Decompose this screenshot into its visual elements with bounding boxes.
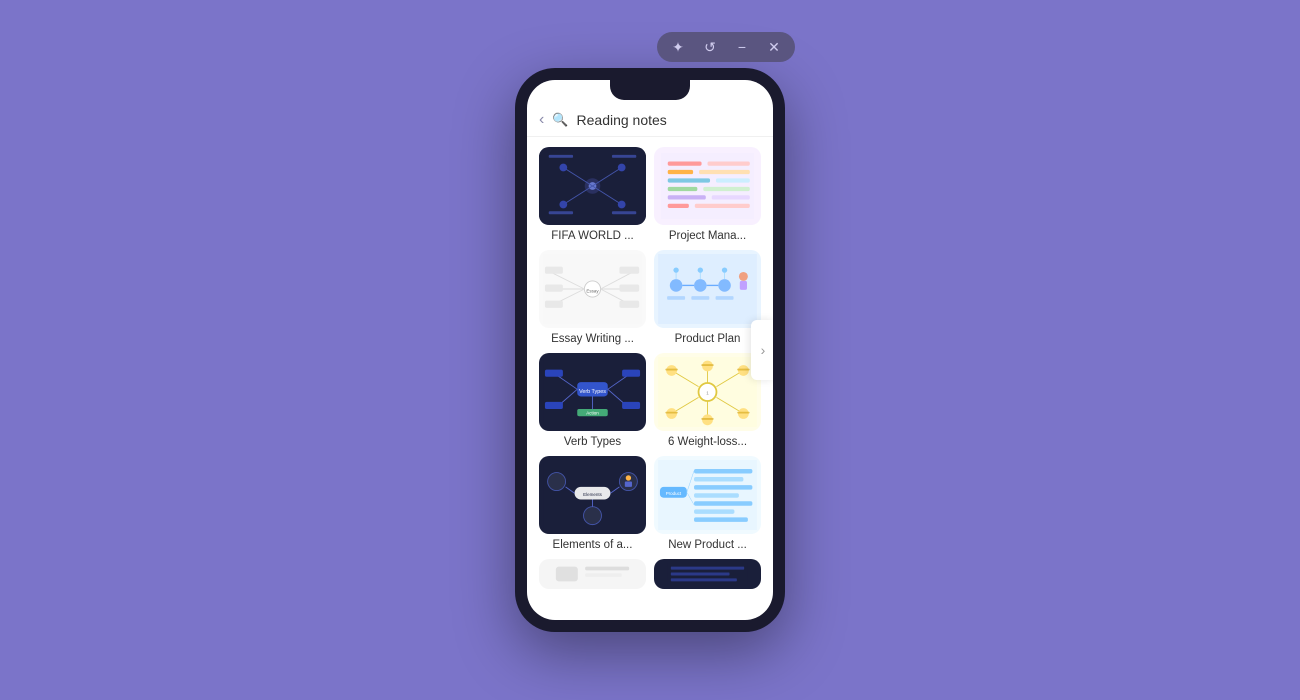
scroll-indicator[interactable]: › <box>751 320 773 380</box>
title-bar: ✦ ↺ − ✕ <box>657 32 795 62</box>
list-item[interactable]: Verb Types <box>539 353 646 448</box>
list-item[interactable] <box>539 559 646 594</box>
elements-diagram: Elements <box>543 460 642 530</box>
list-item[interactable]: Product Plan <box>654 250 761 345</box>
card-label-elements: Elements of a... <box>539 539 646 551</box>
verb-diagram: Verb Types <box>543 357 642 427</box>
card-thumbnail-elements: Elements <box>539 456 646 534</box>
essay-diagram: Essay <box>543 254 642 324</box>
svg-text:Action: Action <box>586 410 599 415</box>
card-thumbnail-partial-left <box>539 559 646 589</box>
history-icon[interactable]: ↺ <box>701 38 719 56</box>
partial-right-diagram <box>658 563 757 585</box>
card-thumbnail-essay: Essay <box>539 250 646 328</box>
phone-frame: › ‹ 🔍 Reading notes <box>515 68 785 632</box>
fifa-diagram <box>539 147 646 225</box>
star-icon[interactable]: ✦ <box>669 38 687 56</box>
back-button[interactable]: ‹ <box>539 112 544 128</box>
card-thumbnail-weight: 1 <box>654 353 761 431</box>
card-thumbnail-product-plan <box>654 250 761 328</box>
card-thumbnail-partial-right <box>654 559 761 589</box>
close-icon[interactable]: ✕ <box>765 38 783 56</box>
screen-content: ‹ 🔍 Reading notes <box>527 80 773 620</box>
partial-left-diagram <box>543 563 642 585</box>
phone-notch <box>610 80 690 100</box>
product-plan-diagram <box>658 254 757 324</box>
chevron-right-icon: › <box>761 342 766 358</box>
search-icon: 🔍 <box>552 112 568 128</box>
list-item[interactable]: Essay <box>539 250 646 345</box>
new-product-diagram: Product <box>658 460 757 530</box>
card-label-product-plan: Product Plan <box>654 333 761 345</box>
notes-grid: FIFA WORLD ... <box>527 137 773 603</box>
card-label-fifa: FIFA WORLD ... <box>539 230 646 242</box>
card-label-new-product: New Product ... <box>654 539 761 551</box>
window-container: ✦ ↺ − ✕ › ‹ 🔍 Reading notes <box>515 68 785 632</box>
card-label-essay: Essay Writing ... <box>539 333 646 345</box>
list-item[interactable]: Project Mana... <box>654 147 761 242</box>
card-thumbnail-project <box>654 147 761 225</box>
list-item[interactable]: 1 <box>654 353 761 448</box>
svg-text:Elements: Elements <box>583 492 602 497</box>
card-thumbnail-fifa <box>539 147 646 225</box>
list-item[interactable]: FIFA WORLD ... <box>539 147 646 242</box>
card-label-project: Project Mana... <box>654 230 761 242</box>
minimize-icon[interactable]: − <box>733 38 751 56</box>
card-thumbnail-new-product: Product <box>654 456 761 534</box>
search-input[interactable]: Reading notes <box>577 112 761 128</box>
weight-diagram: 1 <box>658 357 757 427</box>
card-label-verb: Verb Types <box>539 436 646 448</box>
card-thumbnail-verb: Verb Types <box>539 353 646 431</box>
list-item[interactable] <box>654 559 761 594</box>
list-item[interactable]: Elements <box>539 456 646 551</box>
svg-text:Verb Types: Verb Types <box>579 389 606 395</box>
svg-text:Essay: Essay <box>586 289 599 294</box>
phone-screen: › ‹ 🔍 Reading notes <box>527 80 773 620</box>
svg-text:Product: Product <box>666 491 682 496</box>
card-label-weight: 6 Weight-loss... <box>654 436 761 448</box>
project-diagram <box>660 153 755 219</box>
search-bar: ‹ 🔍 Reading notes <box>527 104 773 137</box>
list-item[interactable]: Product <box>654 456 761 551</box>
